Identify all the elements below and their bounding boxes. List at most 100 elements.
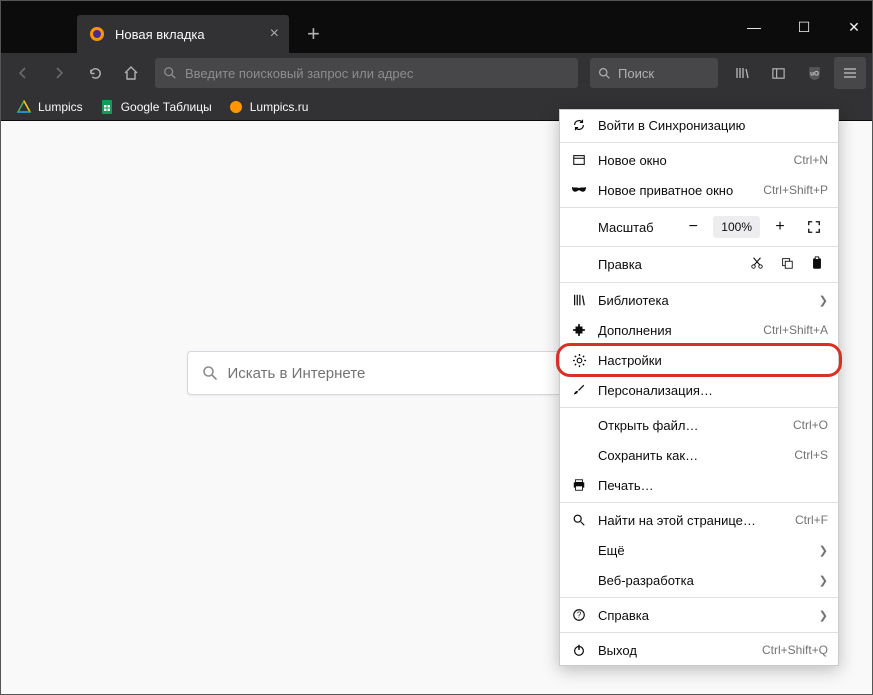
menu-shortcut: Ctrl+Shift+P <box>763 183 828 197</box>
menu-label: Новое окно <box>598 153 794 168</box>
puzzle-icon <box>570 322 588 338</box>
help-icon: ? <box>570 607 588 623</box>
mask-icon <box>570 182 588 198</box>
menu-shortcut: Ctrl+Shift+A <box>763 323 828 337</box>
tab-close-icon[interactable]: × <box>270 25 279 43</box>
menu-edit: Правка <box>560 249 838 280</box>
bookmark-item[interactable]: Google Таблицы <box>93 96 218 118</box>
zoom-in-button[interactable]: + <box>766 214 794 240</box>
menu-separator <box>560 282 838 283</box>
menu-separator <box>560 407 838 408</box>
library-icon <box>570 292 588 308</box>
copy-button[interactable] <box>780 256 794 273</box>
window-icon <box>570 152 588 168</box>
menu-customize[interactable]: Персонализация… <box>560 375 838 405</box>
menu-label: Правка <box>570 257 750 272</box>
bookmark-item[interactable]: Lumpics <box>10 96 89 118</box>
menu-zoom: Масштаб − 100% + <box>560 210 838 244</box>
menu-more[interactable]: Ещё ❯ <box>560 535 838 565</box>
menu-separator <box>560 502 838 503</box>
circle-icon <box>228 99 244 115</box>
menu-label: Веб-разработка <box>598 573 813 588</box>
bookmark-item[interactable]: Lumpics.ru <box>222 96 315 118</box>
menu-save-as[interactable]: Сохранить как… Ctrl+S <box>560 440 838 470</box>
paintbrush-icon <box>570 382 588 398</box>
menu-label: Войти в Синхронизацию <box>598 118 828 133</box>
new-tab-button[interactable]: + <box>289 15 338 53</box>
menu-label: Печать… <box>598 478 828 493</box>
menu-separator <box>560 142 838 143</box>
menu-exit[interactable]: Выход Ctrl+Shift+Q <box>560 635 838 665</box>
menu-library[interactable]: Библиотека ❯ <box>560 285 838 315</box>
svg-text:?: ? <box>577 611 582 620</box>
menu-separator <box>560 207 838 208</box>
menu-separator <box>560 632 838 633</box>
back-button[interactable] <box>7 57 39 89</box>
search-icon <box>163 66 177 80</box>
menu-webdev[interactable]: Веб-разработка ❯ <box>560 565 838 595</box>
ublock-icon[interactable]: uO <box>798 57 830 89</box>
zoom-out-button[interactable]: − <box>679 214 707 240</box>
close-window-button[interactable]: ✕ <box>844 19 864 36</box>
browser-tab[interactable]: Новая вкладка × <box>77 15 289 53</box>
bookmark-label: Lumpics.ru <box>250 100 309 114</box>
firefox-icon <box>89 26 105 42</box>
hamburger-menu-button[interactable] <box>834 57 866 89</box>
menu-separator <box>560 597 838 598</box>
search-icon <box>202 365 218 381</box>
sidebar-button[interactable] <box>762 57 794 89</box>
library-button[interactable] <box>726 57 758 89</box>
bookmark-label: Lumpics <box>38 100 83 114</box>
search-placeholder: Поиск <box>618 66 654 81</box>
menu-print[interactable]: Печать… <box>560 470 838 500</box>
forward-button[interactable] <box>43 57 75 89</box>
chevron-right-icon: ❯ <box>819 544 828 557</box>
url-bar[interactable]: Введите поисковый запрос или адрес <box>155 58 578 88</box>
svg-text:uO: uO <box>810 70 819 77</box>
zoom-value: 100% <box>713 216 760 238</box>
fullscreen-button[interactable] <box>800 214 828 240</box>
maximize-button[interactable]: ☐ <box>794 19 814 36</box>
menu-shortcut: Ctrl+N <box>794 153 828 167</box>
bookmark-label: Google Таблицы <box>121 100 212 114</box>
gear-icon <box>570 352 588 368</box>
nav-toolbar: Введите поисковый запрос или адрес Поиск… <box>1 53 872 93</box>
chevron-right-icon: ❯ <box>819 609 828 622</box>
menu-label: Открыть файл… <box>598 418 793 433</box>
menu-open-file[interactable]: Открыть файл… Ctrl+O <box>560 410 838 440</box>
menu-label: Персонализация… <box>598 383 828 398</box>
menu-new-private-window[interactable]: Новое приватное окно Ctrl+Shift+P <box>560 175 838 205</box>
newtab-search-placeholder: Искать в Интернете <box>228 365 366 382</box>
cut-button[interactable] <box>750 256 764 273</box>
window-controls: — ☐ ✕ <box>744 1 864 53</box>
menu-settings[interactable]: Настройки <box>560 345 838 375</box>
menu-separator <box>560 246 838 247</box>
menu-help[interactable]: ? Справка ❯ <box>560 600 838 630</box>
chevron-right-icon: ❯ <box>819 294 828 307</box>
reload-button[interactable] <box>79 57 111 89</box>
power-icon <box>570 642 588 658</box>
menu-sync[interactable]: Войти в Синхронизацию <box>560 110 838 140</box>
minimize-button[interactable]: — <box>744 19 764 35</box>
menu-label: Найти на этой странице… <box>598 513 795 528</box>
menu-label: Библиотека <box>598 293 813 308</box>
menu-new-window[interactable]: Новое окно Ctrl+N <box>560 145 838 175</box>
paste-button[interactable] <box>810 256 824 273</box>
search-icon <box>598 67 611 80</box>
main-menu-dropdown: Войти в Синхронизацию Новое окно Ctrl+N … <box>559 109 839 666</box>
menu-label: Масштаб <box>570 220 679 235</box>
menu-find[interactable]: Найти на этой странице… Ctrl+F <box>560 505 838 535</box>
menu-shortcut: Ctrl+S <box>794 448 828 462</box>
menu-shortcut: Ctrl+F <box>795 513 828 527</box>
home-button[interactable] <box>115 57 147 89</box>
titlebar: Новая вкладка × + — ☐ ✕ <box>1 1 872 53</box>
menu-label: Справка <box>598 608 813 623</box>
menu-shortcut: Ctrl+O <box>793 418 828 432</box>
menu-label: Настройки <box>598 353 828 368</box>
search-bar[interactable]: Поиск <box>590 58 718 88</box>
search-icon <box>570 512 588 528</box>
menu-label: Новое приватное окно <box>598 183 763 198</box>
url-placeholder: Введите поисковый запрос или адрес <box>185 66 413 81</box>
sync-icon <box>570 117 588 133</box>
menu-addons[interactable]: Дополнения Ctrl+Shift+A <box>560 315 838 345</box>
